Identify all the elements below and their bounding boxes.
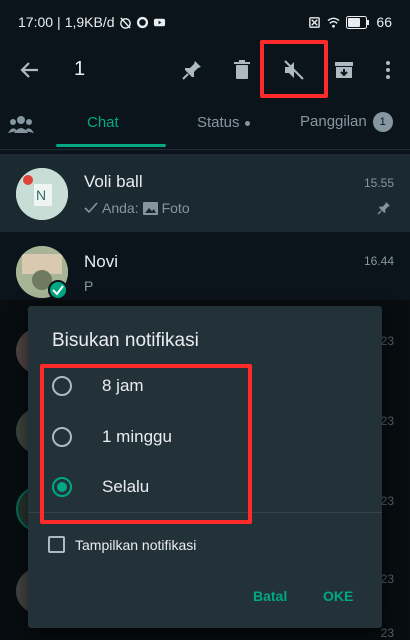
selected-count: 1 bbox=[74, 58, 86, 80]
network-speed: 1,9KB/d bbox=[64, 14, 115, 30]
selection-toolbar: 1 bbox=[0, 44, 410, 96]
show-notifications-row[interactable]: Tampilkan notifikasi bbox=[48, 536, 196, 553]
battery-icon bbox=[346, 15, 370, 29]
back-arrow-icon[interactable] bbox=[18, 58, 42, 82]
more-options-icon[interactable] bbox=[376, 58, 400, 82]
battery-level: 66 bbox=[376, 14, 392, 30]
calls-badge: 1 bbox=[372, 112, 393, 132]
tab-calls-label: Panggilan bbox=[300, 112, 367, 130]
ok-button[interactable]: OKE bbox=[323, 588, 353, 604]
wifi-icon bbox=[327, 17, 340, 28]
status-check-badge bbox=[48, 280, 68, 300]
options-highlight bbox=[40, 364, 252, 524]
tab-status[interactable]: Status bbox=[197, 114, 250, 131]
pin-icon[interactable] bbox=[180, 58, 204, 82]
community-icon[interactable] bbox=[8, 114, 34, 134]
tab-calls[interactable]: Panggilan 1 bbox=[300, 112, 393, 132]
archive-icon[interactable] bbox=[332, 58, 356, 82]
delete-icon[interactable] bbox=[230, 58, 254, 82]
whatsapp-icon bbox=[136, 16, 148, 28]
mute-button-highlight bbox=[260, 40, 328, 98]
check-icon bbox=[52, 285, 64, 296]
clock: 17:00 bbox=[18, 14, 54, 30]
status-bar: 17:00 | 1,9KB/d 66 bbox=[0, 0, 410, 44]
tab-status-label: Status bbox=[197, 114, 240, 131]
cancel-button[interactable]: Batal bbox=[253, 588, 287, 604]
tab-chat[interactable]: Chat bbox=[87, 114, 119, 131]
group-avatar-image: N bbox=[16, 168, 68, 220]
chat-row-novi[interactable]: Novi 16.44 P bbox=[0, 232, 410, 310]
separator: | bbox=[57, 14, 61, 30]
chat-preview: P bbox=[84, 278, 94, 294]
status-update-dot bbox=[244, 120, 250, 126]
sent-check-icon bbox=[84, 202, 98, 214]
checkbox-label: Tampilkan notifikasi bbox=[75, 536, 197, 553]
photo-icon bbox=[142, 201, 158, 215]
no-sim-icon bbox=[309, 16, 321, 28]
svg-text:N: N bbox=[36, 187, 46, 203]
chat-time: 16.44 bbox=[363, 254, 394, 268]
active-tab-indicator bbox=[56, 144, 166, 147]
chat-time: 15.55 bbox=[363, 176, 394, 190]
chat-preview: Anda: Foto bbox=[84, 200, 190, 216]
preview-sender: Anda: bbox=[102, 200, 139, 216]
chat-name: Voli ball bbox=[84, 172, 143, 191]
pinned-icon bbox=[377, 202, 390, 215]
chat-row-voli-ball[interactable]: N Voli ball 15.55 Anda: Foto bbox=[0, 154, 410, 232]
youtube-icon bbox=[153, 18, 165, 26]
avatar: N bbox=[16, 168, 68, 220]
preview-text: Foto bbox=[161, 200, 190, 216]
tab-bar: Chat Status Panggilan 1 bbox=[0, 100, 410, 148]
show-notifications-checkbox[interactable] bbox=[48, 536, 65, 553]
chat-name: Novi bbox=[84, 252, 119, 271]
alarm-off-icon bbox=[119, 16, 131, 29]
dialog-title: Bisukan notifikasi bbox=[52, 330, 199, 351]
tab-divider bbox=[0, 149, 410, 150]
